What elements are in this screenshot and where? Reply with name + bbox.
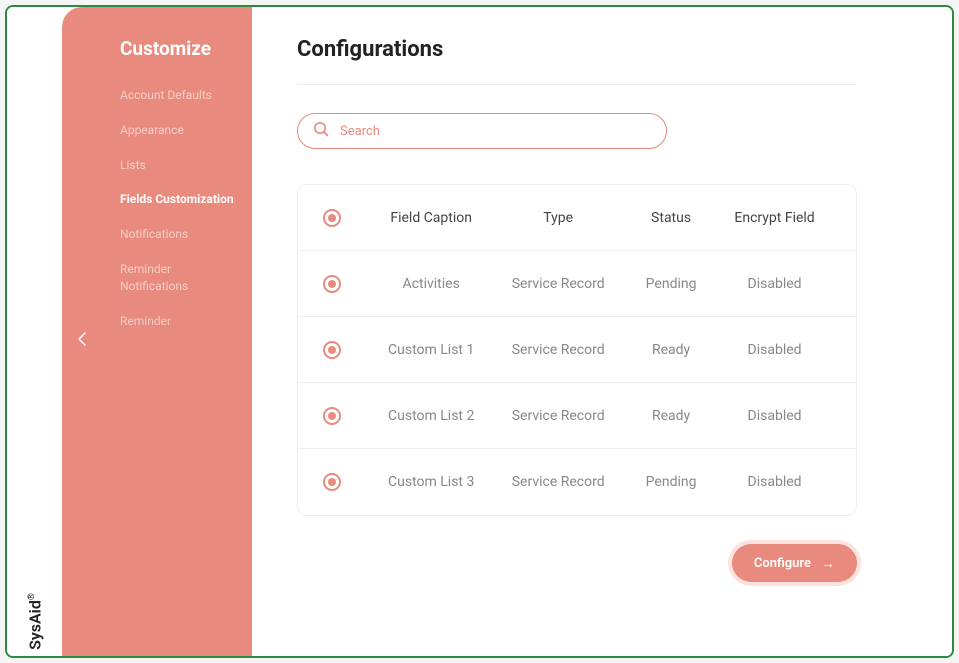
configure-label: Configure (754, 556, 811, 571)
radio-icon[interactable] (323, 407, 341, 425)
cell-encrypt: Disabled (718, 474, 831, 490)
action-row: Configure → (297, 544, 857, 582)
table-row[interactable]: Custom List 1 Service Record Ready Disab… (298, 317, 856, 383)
table-header-row: Field Caption Type Status Encrypt Field (298, 185, 856, 251)
app-frame: SysAid® Customize Account Defaults Appea… (5, 5, 954, 658)
cell-caption: Custom List 2 (370, 408, 492, 424)
cell-status: Pending (624, 474, 718, 490)
main-content: Configurations Field Caption Type Status… (252, 7, 952, 656)
config-table: Field Caption Type Status Encrypt Field … (297, 184, 857, 516)
search-wrap (297, 113, 667, 149)
cell-caption: Activities (370, 276, 492, 292)
sidebar: Customize Account Defaults Appearance Li… (102, 7, 252, 656)
sidebar-item-reminder-notifications[interactable]: Reminder Notifications (102, 252, 252, 304)
header-caption: Field Caption (370, 210, 492, 226)
search-icon (313, 121, 329, 141)
table-row[interactable]: Activities Service Record Pending Disabl… (298, 251, 856, 317)
cell-status: Ready (624, 408, 718, 424)
radio-icon[interactable] (323, 209, 341, 227)
cell-type: Service Record (492, 276, 624, 292)
chevron-left-icon[interactable] (78, 332, 86, 350)
cell-encrypt: Disabled (718, 408, 831, 424)
title-divider (297, 84, 857, 85)
sidebar-item-appearance[interactable]: Appearance (102, 113, 252, 148)
sidebar-item-lists[interactable]: Lists (102, 148, 252, 183)
configure-button[interactable]: Configure → (732, 544, 857, 582)
sidebar-item-notifications[interactable]: Notifications (102, 217, 252, 252)
arrow-right-icon: → (821, 555, 835, 572)
cell-type: Service Record (492, 408, 624, 424)
header-select-all[interactable] (323, 209, 370, 227)
cell-type: Service Record (492, 342, 624, 358)
radio-icon[interactable] (323, 275, 341, 293)
cell-status: Pending (624, 276, 718, 292)
sidebar-item-account-defaults[interactable]: Account Defaults (102, 78, 252, 113)
sidebar-collapse-strip (62, 7, 102, 656)
sidebar-title: Customize (102, 37, 252, 78)
sidebar-item-reminder[interactable]: Reminder (102, 304, 252, 339)
table-row[interactable]: Custom List 3 Service Record Pending Dis… (298, 449, 856, 515)
logo-gutter: SysAid® (7, 7, 62, 656)
page-title: Configurations (297, 37, 907, 62)
search-input[interactable] (297, 113, 667, 149)
cell-encrypt: Disabled (718, 342, 831, 358)
radio-icon[interactable] (323, 473, 341, 491)
cell-caption: Custom List 1 (370, 342, 492, 358)
radio-icon[interactable] (323, 341, 341, 359)
cell-type: Service Record (492, 474, 624, 490)
table-row[interactable]: Custom List 2 Service Record Ready Disab… (298, 383, 856, 449)
cell-encrypt: Disabled (718, 276, 831, 292)
sidebar-item-fields-customization[interactable]: Fields Customization (102, 182, 252, 217)
header-encrypt: Encrypt Field (718, 210, 831, 226)
header-status: Status (624, 210, 718, 226)
cell-status: Ready (624, 342, 718, 358)
header-type: Type (492, 210, 624, 226)
brand-logo: SysAid® (25, 593, 44, 650)
cell-caption: Custom List 3 (370, 474, 492, 490)
